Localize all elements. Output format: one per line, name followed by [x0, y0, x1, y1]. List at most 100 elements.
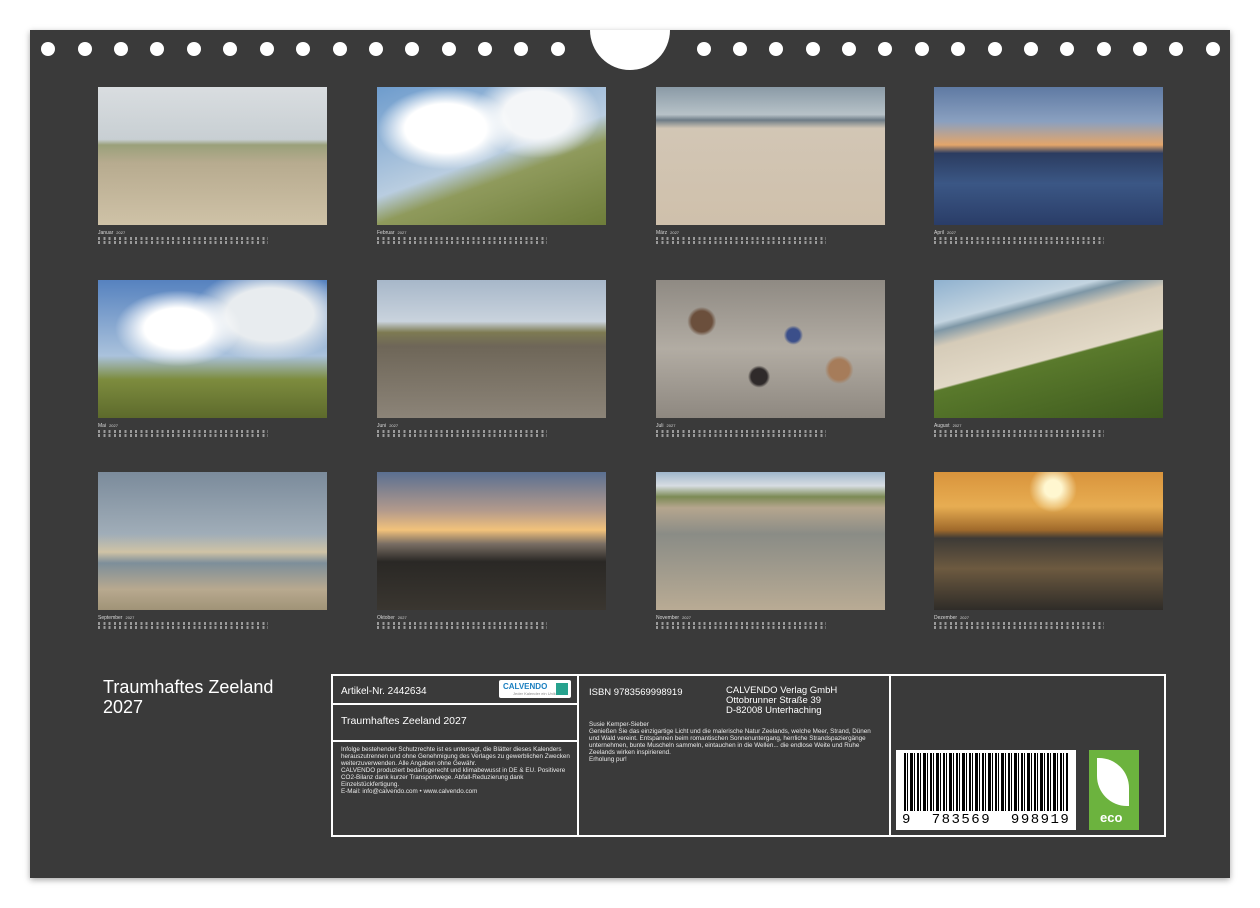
month-name: April [934, 230, 945, 236]
divider [577, 676, 579, 835]
day-strip [656, 430, 885, 438]
binding-hole [41, 42, 55, 56]
day-strip [377, 237, 606, 245]
month-photo [656, 87, 885, 225]
weekday-row [98, 430, 268, 433]
month-name: November [656, 615, 680, 621]
month-photo [377, 472, 606, 610]
month-label: August 2027 [934, 423, 1163, 429]
month-year: 2027 [125, 615, 135, 620]
date-row [934, 241, 1104, 244]
month-name: Juni [377, 423, 387, 429]
month-year: 2027 [109, 423, 118, 428]
month-year: 2027 [389, 423, 399, 428]
calvendo-logo-text: CALVENDO [503, 682, 548, 691]
day-strip [934, 237, 1163, 245]
barcode-bars [904, 753, 1068, 811]
month-year: 2027 [670, 230, 680, 235]
month-label: April 2027 [934, 230, 1163, 236]
month-year: 2027 [947, 230, 956, 235]
binding-hole [878, 42, 892, 56]
month-label: Dezember 2027 [934, 615, 1163, 621]
binding-hole [442, 42, 456, 56]
month-photo [377, 280, 606, 418]
day-strip [98, 622, 327, 630]
month-year: 2027 [397, 615, 407, 620]
day-strip [377, 430, 606, 438]
weekday-row [934, 237, 1104, 240]
binding-hole [296, 42, 310, 56]
binding-hole [951, 42, 965, 56]
leaf-icon [1097, 758, 1129, 806]
author: Susie Kemper-Sieber [589, 721, 649, 728]
binding-hole [1169, 42, 1183, 56]
date-row [98, 626, 268, 629]
date-row [377, 434, 547, 437]
month-photo [98, 87, 327, 225]
month-januar: Januar 2027 [98, 87, 327, 245]
binding-hole [260, 42, 274, 56]
month-name: Oktober [377, 615, 395, 621]
month-year: 2027 [952, 423, 962, 428]
divider [889, 676, 891, 835]
month-februar: Februar 2027 [377, 87, 606, 245]
calvendo-logo: CALVENDO Jeder Kalender ein Unikat [499, 680, 571, 698]
eco-label: eco [1100, 810, 1123, 825]
binding-hole [369, 42, 383, 56]
weekday-row [656, 237, 826, 240]
eco-badge: eco [1089, 750, 1139, 830]
month-name: September [98, 615, 123, 621]
date-row [98, 434, 268, 437]
month-april: April 2027 [934, 87, 1163, 245]
binding-hole [1097, 42, 1111, 56]
month-label: Mai 2027 [98, 423, 327, 429]
date-row [98, 241, 268, 244]
date-row [656, 241, 826, 244]
month-label: Februar 2027 [377, 230, 606, 236]
binding-hole [1133, 42, 1147, 56]
weekday-row [934, 622, 1104, 625]
month-name: Juli [656, 423, 664, 429]
binding-hole [478, 42, 492, 56]
month-maerz: März 2027 [656, 87, 885, 245]
date-row [934, 626, 1104, 629]
day-strip [98, 430, 327, 438]
month-photo [98, 280, 327, 418]
month-label: Juli 2027 [656, 423, 885, 429]
month-year: 2027 [397, 230, 407, 235]
month-name: Dezember [934, 615, 958, 621]
binding-hole [1206, 42, 1220, 56]
month-november: November 2027 [656, 472, 885, 630]
day-strip [377, 622, 606, 630]
month-mai: Mai 2027 [98, 280, 327, 438]
month-name: August [934, 423, 950, 429]
date-row [656, 626, 826, 629]
binding-hole [769, 42, 783, 56]
weekday-row [934, 430, 1104, 433]
month-label: März 2027 [656, 230, 885, 236]
month-label: September 2027 [98, 615, 327, 621]
month-year: 2027 [666, 423, 676, 428]
date-row [377, 241, 547, 244]
month-label: November 2027 [656, 615, 885, 621]
weekday-row [377, 430, 547, 433]
binding-hole [551, 42, 565, 56]
weekday-row [377, 237, 547, 240]
month-name: März [656, 230, 668, 236]
month-photo [656, 472, 885, 610]
month-photo [98, 472, 327, 610]
day-strip [934, 430, 1163, 438]
month-photo [934, 280, 1163, 418]
binding-hole [333, 42, 347, 56]
day-strip [656, 237, 885, 245]
article-number: Artikel-Nr. 2442634 [341, 686, 427, 697]
binding-hole [733, 42, 747, 56]
publisher-address: CALVENDO Verlag GmbH Ottobrunner Straße … [726, 685, 838, 716]
weekday-row [98, 622, 268, 625]
month-year: 2027 [960, 615, 969, 620]
month-september: September 2027 [98, 472, 327, 630]
binding-hole [988, 42, 1002, 56]
divider [333, 740, 577, 742]
divider [333, 703, 577, 705]
calendar-title: Traumhaftes Zeeland 2027 [103, 677, 274, 717]
